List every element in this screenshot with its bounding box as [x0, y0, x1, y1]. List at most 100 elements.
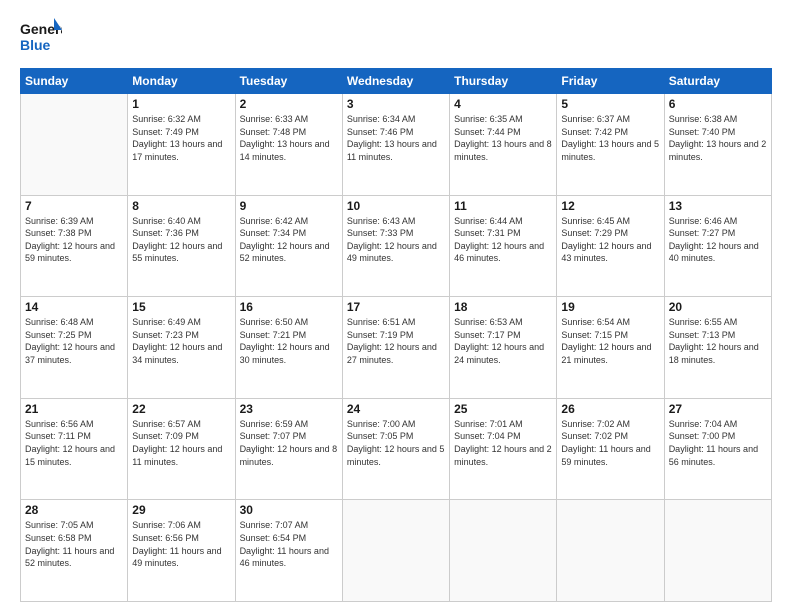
- day-info: Sunrise: 7:01 AMSunset: 7:04 PMDaylight:…: [454, 418, 552, 468]
- day-number: 7: [25, 199, 123, 213]
- day-info: Sunrise: 6:34 AMSunset: 7:46 PMDaylight:…: [347, 113, 445, 163]
- day-number: 17: [347, 300, 445, 314]
- day-number: 15: [132, 300, 230, 314]
- day-info: Sunrise: 7:02 AMSunset: 7:02 PMDaylight:…: [561, 418, 659, 468]
- day-info: Sunrise: 6:55 AMSunset: 7:13 PMDaylight:…: [669, 316, 767, 366]
- day-header-sunday: Sunday: [21, 69, 128, 94]
- calendar-cell: 11 Sunrise: 6:44 AMSunset: 7:31 PMDayligh…: [450, 195, 557, 297]
- calendar-week-row: 21 Sunrise: 6:56 AMSunset: 7:11 PMDayligh…: [21, 398, 772, 500]
- calendar-cell: 20 Sunrise: 6:55 AMSunset: 7:13 PMDayligh…: [664, 297, 771, 399]
- calendar-week-row: 14 Sunrise: 6:48 AMSunset: 7:25 PMDayligh…: [21, 297, 772, 399]
- day-info: Sunrise: 7:04 AMSunset: 7:00 PMDaylight:…: [669, 418, 767, 468]
- page: General Blue SundayMondayTuesdayWednesda…: [0, 0, 792, 612]
- day-number: 9: [240, 199, 338, 213]
- day-number: 6: [669, 97, 767, 111]
- logo: General Blue: [20, 16, 62, 58]
- day-number: 19: [561, 300, 659, 314]
- day-number: 12: [561, 199, 659, 213]
- calendar-cell: 26 Sunrise: 7:02 AMSunset: 7:02 PMDayligh…: [557, 398, 664, 500]
- calendar-cell: [342, 500, 449, 602]
- day-info: Sunrise: 6:40 AMSunset: 7:36 PMDaylight:…: [132, 215, 230, 265]
- day-number: 14: [25, 300, 123, 314]
- day-number: 10: [347, 199, 445, 213]
- day-number: 18: [454, 300, 552, 314]
- calendar-cell: 19 Sunrise: 6:54 AMSunset: 7:15 PMDayligh…: [557, 297, 664, 399]
- day-info: Sunrise: 6:57 AMSunset: 7:09 PMDaylight:…: [132, 418, 230, 468]
- day-number: 16: [240, 300, 338, 314]
- calendar-cell: 3 Sunrise: 6:34 AMSunset: 7:46 PMDaylight…: [342, 94, 449, 196]
- calendar-cell: [450, 500, 557, 602]
- calendar-cell: 5 Sunrise: 6:37 AMSunset: 7:42 PMDaylight…: [557, 94, 664, 196]
- day-number: 27: [669, 402, 767, 416]
- calendar-cell: 10 Sunrise: 6:43 AMSunset: 7:33 PMDayligh…: [342, 195, 449, 297]
- day-info: Sunrise: 7:00 AMSunset: 7:05 PMDaylight:…: [347, 418, 445, 468]
- day-info: Sunrise: 6:42 AMSunset: 7:34 PMDaylight:…: [240, 215, 338, 265]
- calendar-cell: 4 Sunrise: 6:35 AMSunset: 7:44 PMDaylight…: [450, 94, 557, 196]
- day-number: 4: [454, 97, 552, 111]
- day-info: Sunrise: 6:48 AMSunset: 7:25 PMDaylight:…: [25, 316, 123, 366]
- calendar-cell: [21, 94, 128, 196]
- calendar-table: SundayMondayTuesdayWednesdayThursdayFrid…: [20, 68, 772, 602]
- day-number: 26: [561, 402, 659, 416]
- calendar-cell: 21 Sunrise: 6:56 AMSunset: 7:11 PMDayligh…: [21, 398, 128, 500]
- day-number: 24: [347, 402, 445, 416]
- calendar-cell: 8 Sunrise: 6:40 AMSunset: 7:36 PMDaylight…: [128, 195, 235, 297]
- day-header-tuesday: Tuesday: [235, 69, 342, 94]
- calendar-cell: [664, 500, 771, 602]
- day-info: Sunrise: 6:54 AMSunset: 7:15 PMDaylight:…: [561, 316, 659, 366]
- calendar-cell: 23 Sunrise: 6:59 AMSunset: 7:07 PMDayligh…: [235, 398, 342, 500]
- day-info: Sunrise: 6:53 AMSunset: 7:17 PMDaylight:…: [454, 316, 552, 366]
- day-info: Sunrise: 6:59 AMSunset: 7:07 PMDaylight:…: [240, 418, 338, 468]
- day-info: Sunrise: 6:51 AMSunset: 7:19 PMDaylight:…: [347, 316, 445, 366]
- calendar-cell: 18 Sunrise: 6:53 AMSunset: 7:17 PMDayligh…: [450, 297, 557, 399]
- calendar-cell: 17 Sunrise: 6:51 AMSunset: 7:19 PMDayligh…: [342, 297, 449, 399]
- day-info: Sunrise: 7:06 AMSunset: 6:56 PMDaylight:…: [132, 519, 230, 569]
- logo-svg: General Blue: [20, 16, 62, 58]
- day-info: Sunrise: 7:07 AMSunset: 6:54 PMDaylight:…: [240, 519, 338, 569]
- day-number: 30: [240, 503, 338, 517]
- calendar-cell: 22 Sunrise: 6:57 AMSunset: 7:09 PMDayligh…: [128, 398, 235, 500]
- calendar-cell: [557, 500, 664, 602]
- header: General Blue: [20, 16, 772, 58]
- day-number: 2: [240, 97, 338, 111]
- day-number: 25: [454, 402, 552, 416]
- calendar-cell: 7 Sunrise: 6:39 AMSunset: 7:38 PMDaylight…: [21, 195, 128, 297]
- calendar-cell: 15Sunrise: 6:49 AMSunset: 7:23 PMDayligh…: [128, 297, 235, 399]
- day-number: 28: [25, 503, 123, 517]
- day-header-wednesday: Wednesday: [342, 69, 449, 94]
- day-header-thursday: Thursday: [450, 69, 557, 94]
- calendar-week-row: 28Sunrise: 7:05 AMSunset: 6:58 PMDayligh…: [21, 500, 772, 602]
- day-number: 23: [240, 402, 338, 416]
- calendar-cell: 28Sunrise: 7:05 AMSunset: 6:58 PMDayligh…: [21, 500, 128, 602]
- day-info: Sunrise: 6:56 AMSunset: 7:11 PMDaylight:…: [25, 418, 123, 468]
- day-header-saturday: Saturday: [664, 69, 771, 94]
- day-number: 22: [132, 402, 230, 416]
- day-number: 20: [669, 300, 767, 314]
- day-number: 13: [669, 199, 767, 213]
- calendar-cell: 30 Sunrise: 7:07 AMSunset: 6:54 PMDayligh…: [235, 500, 342, 602]
- day-header-friday: Friday: [557, 69, 664, 94]
- day-info: Sunrise: 6:46 AMSunset: 7:27 PMDaylight:…: [669, 215, 767, 265]
- day-info: Sunrise: 6:38 AMSunset: 7:40 PMDaylight:…: [669, 113, 767, 163]
- day-info: Sunrise: 6:33 AMSunset: 7:48 PMDaylight:…: [240, 113, 338, 163]
- day-info: Sunrise: 6:43 AMSunset: 7:33 PMDaylight:…: [347, 215, 445, 265]
- day-number: 29: [132, 503, 230, 517]
- day-number: 11: [454, 199, 552, 213]
- day-number: 5: [561, 97, 659, 111]
- day-header-monday: Monday: [128, 69, 235, 94]
- day-number: 8: [132, 199, 230, 213]
- day-number: 21: [25, 402, 123, 416]
- calendar-cell: 29 Sunrise: 7:06 AMSunset: 6:56 PMDayligh…: [128, 500, 235, 602]
- day-info: Sunrise: 6:44 AMSunset: 7:31 PMDaylight:…: [454, 215, 552, 265]
- calendar-week-row: 1Sunrise: 6:32 AMSunset: 7:49 PMDaylight…: [21, 94, 772, 196]
- day-number: 3: [347, 97, 445, 111]
- day-info: Sunrise: 6:37 AMSunset: 7:42 PMDaylight:…: [561, 113, 659, 163]
- calendar-cell: 2 Sunrise: 6:33 AMSunset: 7:48 PMDaylight…: [235, 94, 342, 196]
- calendar-cell: 12 Sunrise: 6:45 AMSunset: 7:29 PMDayligh…: [557, 195, 664, 297]
- calendar-cell: 25 Sunrise: 7:01 AMSunset: 7:04 PMDayligh…: [450, 398, 557, 500]
- day-info: Sunrise: 6:45 AMSunset: 7:29 PMDaylight:…: [561, 215, 659, 265]
- day-info: Sunrise: 6:35 AMSunset: 7:44 PMDaylight:…: [454, 113, 552, 163]
- day-info: Sunrise: 6:39 AMSunset: 7:38 PMDaylight:…: [25, 215, 123, 265]
- calendar-cell: 24 Sunrise: 7:00 AMSunset: 7:05 PMDayligh…: [342, 398, 449, 500]
- calendar-cell: 13 Sunrise: 6:46 AMSunset: 7:27 PMDayligh…: [664, 195, 771, 297]
